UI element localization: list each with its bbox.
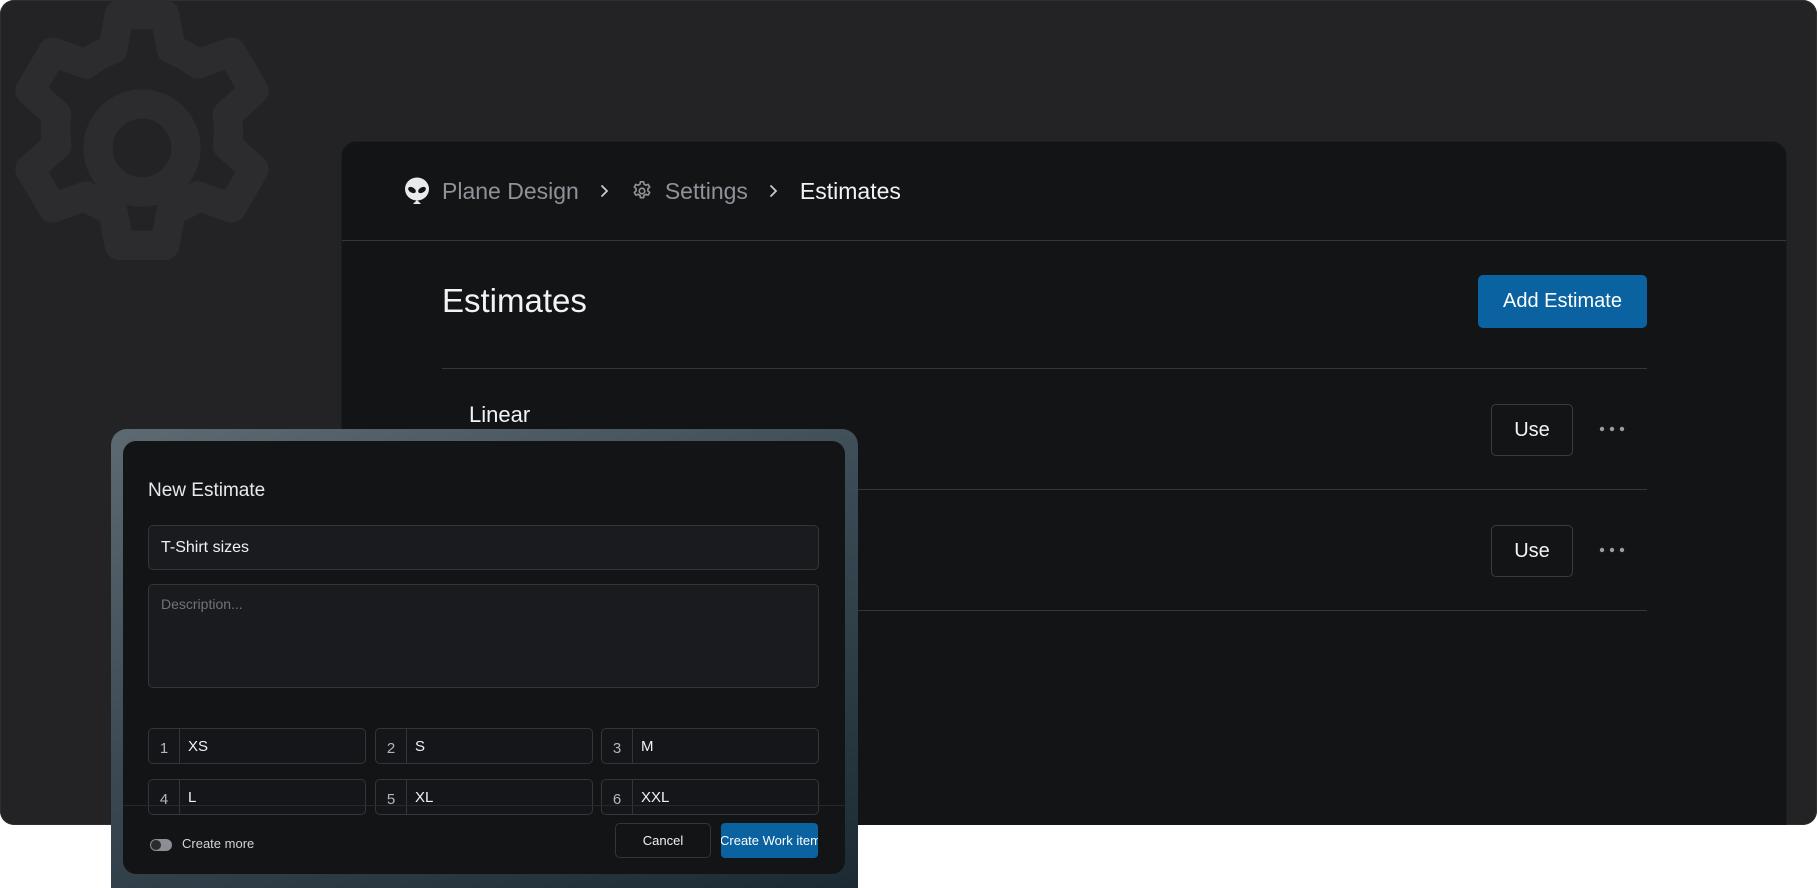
modal-footer: Create more Cancel Create Work item xyxy=(123,805,845,875)
modal-title: New Estimate xyxy=(148,480,266,501)
new-estimate-modal: New Estimate T-Shirt sizes Description..… xyxy=(123,441,845,874)
estimate-name: Linear xyxy=(469,402,531,427)
point-value[interactable]: XS xyxy=(180,729,208,763)
breadcrumb-settings[interactable]: Settings xyxy=(631,178,748,205)
point-value[interactable]: S xyxy=(407,729,425,763)
point-number: 1 xyxy=(149,729,180,763)
estimate-point[interactable]: 2 S xyxy=(375,728,593,764)
create-more-toggle[interactable] xyxy=(150,839,172,851)
estimate-point[interactable]: 3 M xyxy=(601,728,819,764)
create-more-label: Create more xyxy=(182,836,255,851)
breadcrumb-current: Estimates xyxy=(800,178,901,205)
point-number: 3 xyxy=(602,729,633,763)
alien-icon xyxy=(404,177,430,205)
chevron-right-icon xyxy=(768,184,780,198)
ellipsis-icon[interactable] xyxy=(1592,530,1632,570)
background-gear-icon xyxy=(15,0,269,261)
cancel-button[interactable]: Cancel xyxy=(615,823,711,858)
gear-icon xyxy=(631,180,653,202)
estimate-point[interactable]: 1 XS xyxy=(148,728,366,764)
breadcrumb: Plane Design Settings Estimates xyxy=(342,142,1786,241)
create-work-item-button[interactable]: Create Work item xyxy=(721,823,818,858)
breadcrumb-current-label: Estimates xyxy=(799,177,901,204)
point-number: 2 xyxy=(376,729,407,763)
toggle-knob xyxy=(151,840,161,850)
modal-backdrop-frame: New Estimate T-Shirt sizes Description..… xyxy=(111,429,858,888)
ellipsis-icon[interactable] xyxy=(1592,409,1632,449)
description-input[interactable]: Description... xyxy=(148,584,819,688)
page-header: Estimates Add Estimate xyxy=(442,240,1647,369)
chevron-right-icon xyxy=(599,184,611,198)
add-estimate-button[interactable]: Add Estimate xyxy=(1478,274,1647,328)
use-estimate-button[interactable]: Use xyxy=(1491,525,1573,577)
point-value[interactable]: M xyxy=(633,729,654,763)
breadcrumb-workspace[interactable]: Plane Design xyxy=(404,177,579,205)
estimate-name-input[interactable]: T-Shirt sizes xyxy=(148,525,819,570)
use-estimate-button[interactable]: Use xyxy=(1491,404,1573,456)
breadcrumb-settings-label: Settings xyxy=(664,177,748,204)
breadcrumb-workspace-label: Plane Design xyxy=(442,177,579,204)
page-title: Estimates xyxy=(442,282,587,319)
